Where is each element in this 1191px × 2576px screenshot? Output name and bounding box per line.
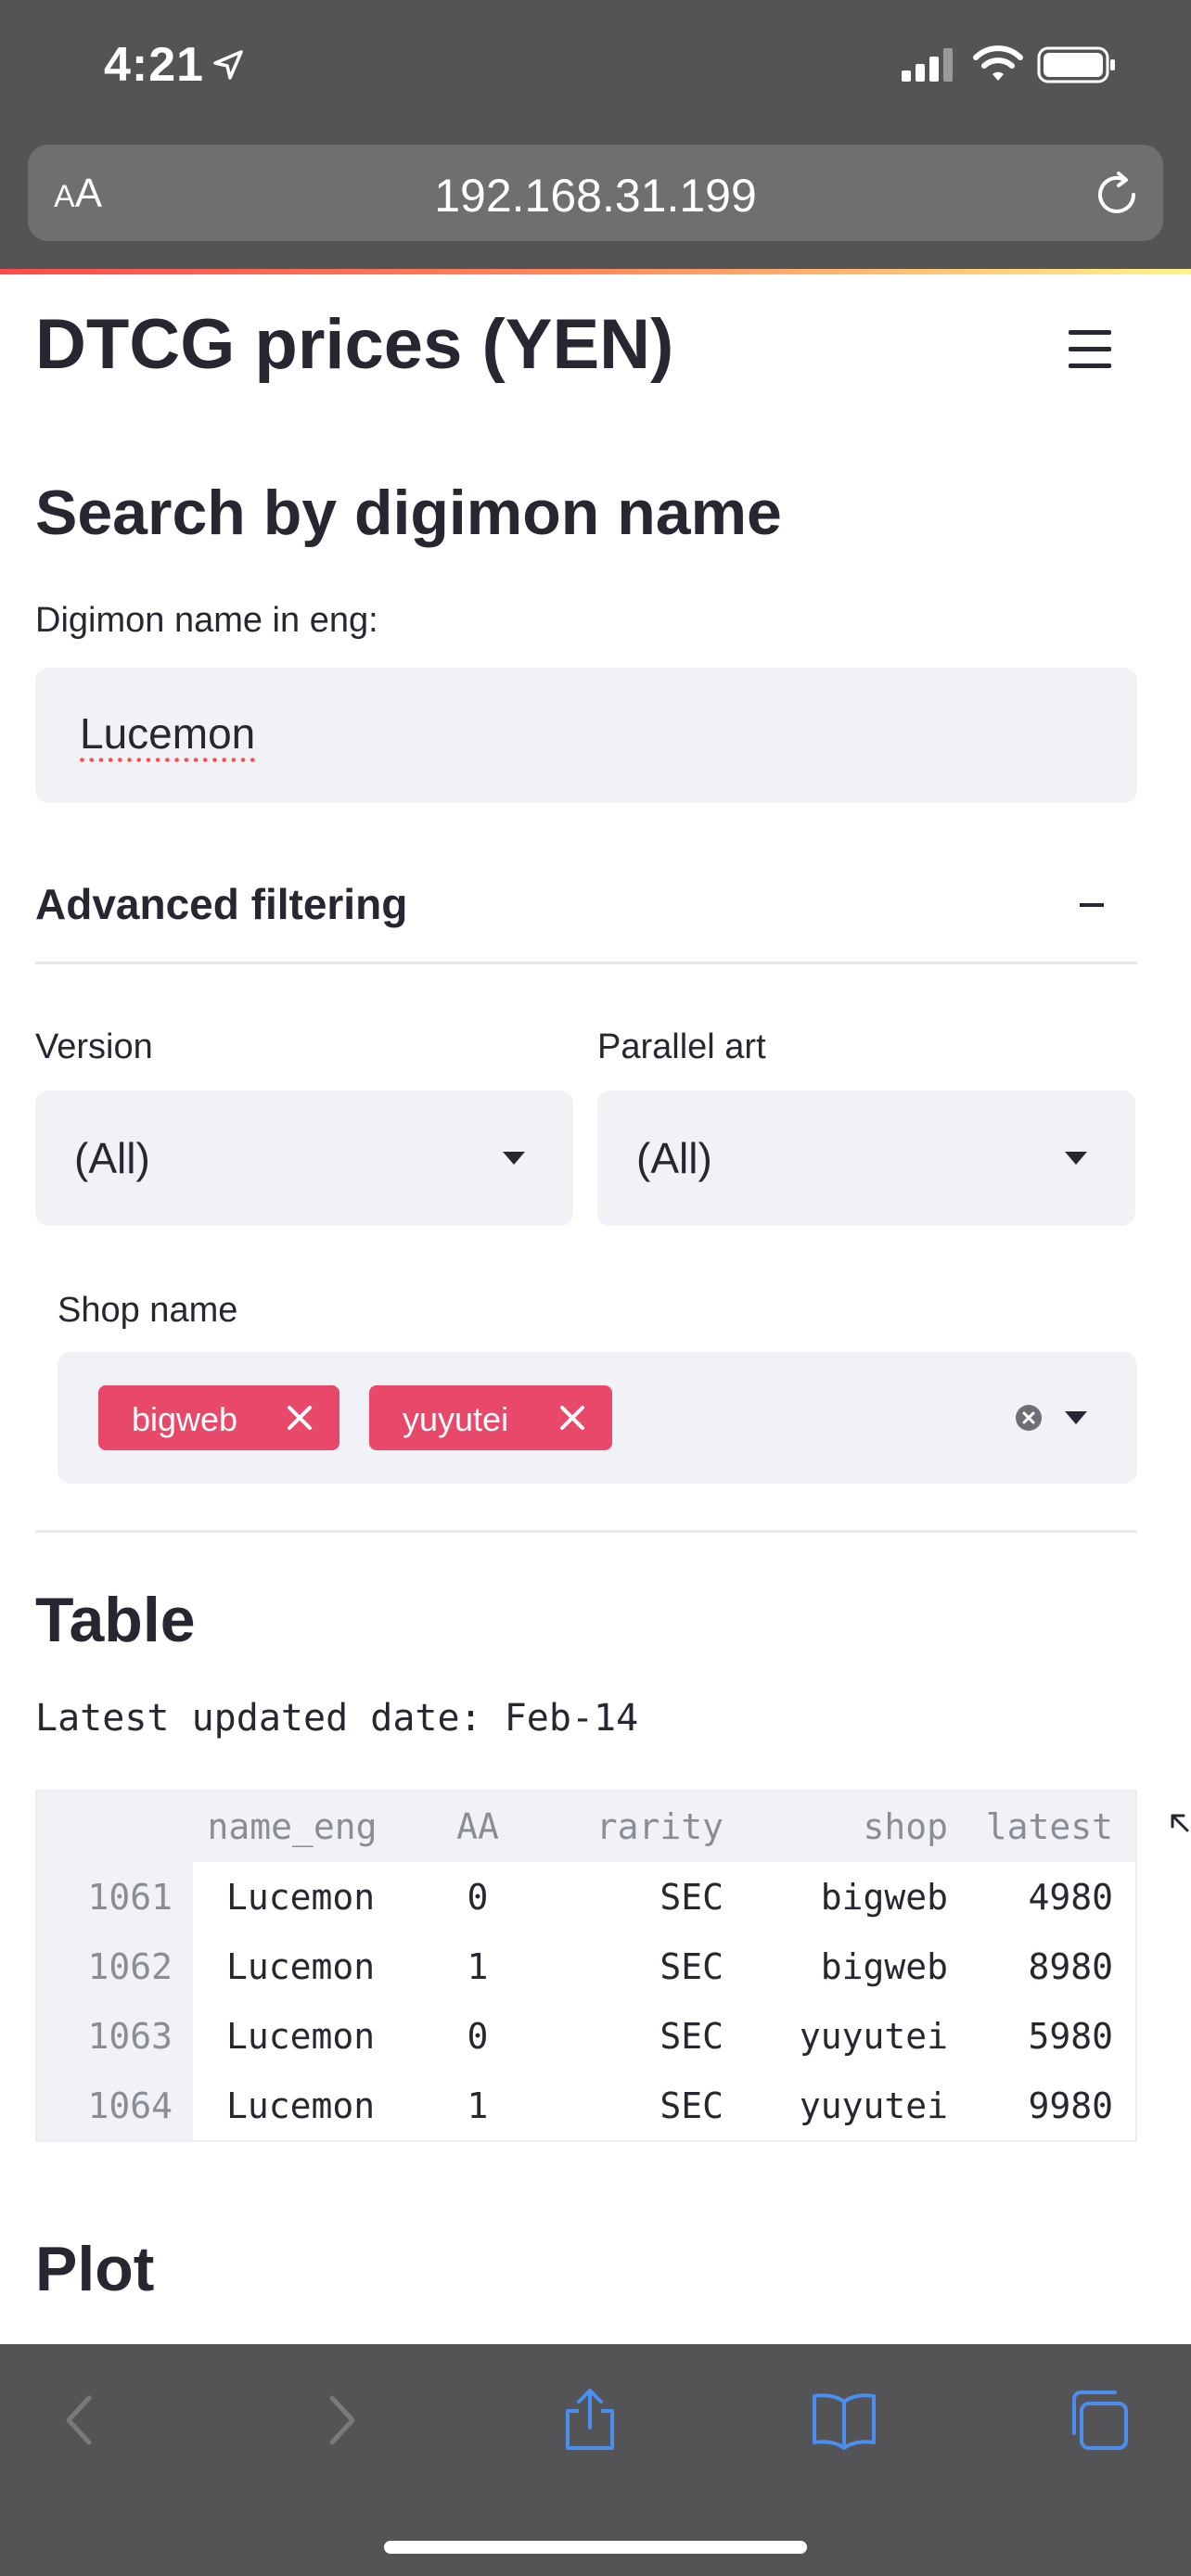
- table-cell[interactable]: 0: [436, 1877, 519, 1918]
- chip-label: yuyutei: [403, 1400, 509, 1438]
- advanced-filtering-label: Advanced filtering: [35, 880, 408, 928]
- chip-label: bigweb: [132, 1400, 238, 1438]
- parallel-art-select-value: (All): [636, 1134, 712, 1182]
- table-cell[interactable]: SEC: [557, 1877, 724, 1918]
- home-indicator: [384, 2541, 807, 2554]
- table-cell[interactable]: bigweb: [742, 1946, 948, 1987]
- close-icon[interactable]: [558, 1404, 586, 1432]
- table-cell[interactable]: Lucemon: [226, 1877, 375, 1918]
- back-icon[interactable]: [48, 2387, 115, 2454]
- caret-down-icon[interactable]: [1065, 1411, 1087, 1424]
- version-label: Version: [35, 1027, 153, 1066]
- version-select[interactable]: (All): [35, 1090, 573, 1226]
- table-cell[interactable]: Lucemon: [226, 2085, 375, 2126]
- row-index: 1061: [87, 1877, 173, 1918]
- forward-icon[interactable]: [306, 2387, 373, 2454]
- parallel-art-select[interactable]: (All): [597, 1090, 1135, 1226]
- table-cell[interactable]: 4980: [965, 1877, 1113, 1918]
- column-header-latest[interactable]: latest: [965, 1806, 1113, 1847]
- shop-name-label: Shop name: [58, 1291, 238, 1330]
- battery-icon: [1037, 46, 1115, 83]
- signal-icon: [902, 48, 953, 82]
- row-index: 1064: [87, 2085, 173, 2126]
- caret-down-icon: [503, 1152, 525, 1165]
- name-input-label: Digimon name in eng:: [35, 601, 378, 640]
- table-cell[interactable]: 9980: [965, 2085, 1113, 2126]
- table-cell[interactable]: yuyutei: [742, 2016, 948, 2057]
- wifi-icon: [973, 45, 1023, 81]
- table-cell[interactable]: SEC: [557, 1946, 724, 1987]
- clear-icon[interactable]: [1015, 1404, 1043, 1432]
- reload-icon[interactable]: [1093, 171, 1141, 219]
- column-header-name-eng[interactable]: name_eng: [204, 1806, 380, 1847]
- table-cell[interactable]: 1: [436, 2085, 519, 2126]
- latest-updated-text: Latest updated date: Feb-14: [35, 1697, 639, 1740]
- table-cell[interactable]: 1: [436, 1946, 519, 1987]
- bookmarks-icon[interactable]: [811, 2387, 877, 2454]
- browser-toolbar: [0, 2344, 1191, 2576]
- hamburger-menu-icon[interactable]: [1069, 330, 1111, 371]
- table-cell[interactable]: Lucemon: [226, 2016, 375, 2057]
- name-input-value: Lucemon: [80, 709, 256, 758]
- close-icon[interactable]: [286, 1404, 314, 1432]
- plot-heading: Plot: [35, 2234, 155, 2304]
- share-icon[interactable]: [557, 2387, 623, 2454]
- status-bar: 4:21: [0, 0, 1191, 130]
- table-cell[interactable]: 5980: [965, 2016, 1113, 2057]
- row-index: 1063: [87, 2016, 173, 2057]
- table-cell[interactable]: 8980: [965, 1946, 1113, 1987]
- table-cell[interactable]: yuyutei: [742, 2085, 948, 2126]
- minus-icon[interactable]: [1080, 903, 1104, 907]
- app-header-decoration: [0, 269, 1191, 274]
- divider: [35, 1530, 1137, 1533]
- browser-url-area: AA 192.168.31.199: [0, 130, 1191, 269]
- address-bar[interactable]: AA 192.168.31.199: [28, 145, 1163, 241]
- advanced-filtering-expander[interactable]: Advanced filtering: [35, 872, 1137, 964]
- table-cell[interactable]: Lucemon: [226, 1946, 375, 1987]
- table-cell[interactable]: SEC: [557, 2016, 724, 2057]
- data-table[interactable]: name_eng AA rarity shop latest 1061 Luce…: [35, 1790, 1137, 2142]
- digimon-name-input[interactable]: Lucemon: [35, 668, 1137, 803]
- parallel-art-label: Parallel art: [597, 1027, 766, 1066]
- shop-chip-yuyutei: yuyutei: [369, 1385, 612, 1450]
- search-heading: Search by digimon name: [35, 478, 782, 548]
- column-header-aa[interactable]: AA: [436, 1806, 519, 1847]
- shop-name-multiselect[interactable]: bigweb yuyutei: [58, 1352, 1137, 1484]
- page-title: DTCG prices (YEN): [35, 305, 674, 384]
- row-index: 1062: [87, 1946, 173, 1987]
- table-cell[interactable]: bigweb: [742, 1877, 948, 1918]
- caret-down-icon: [1065, 1152, 1087, 1165]
- table-heading: Table: [35, 1585, 196, 1655]
- shop-chip-bigweb: bigweb: [98, 1385, 339, 1450]
- location-arrow-icon: [213, 50, 243, 80]
- fullscreen-expand-icon[interactable]: [1171, 1814, 1191, 1834]
- url-text[interactable]: 192.168.31.199: [28, 169, 1163, 223]
- version-select-value: (All): [74, 1134, 150, 1182]
- column-header-rarity[interactable]: rarity: [557, 1806, 724, 1847]
- status-time: 4:21: [104, 38, 205, 92]
- tabs-icon[interactable]: [1065, 2387, 1132, 2454]
- table-cell[interactable]: 0: [436, 2016, 519, 2057]
- column-header-shop[interactable]: shop: [742, 1806, 948, 1847]
- table-cell[interactable]: SEC: [557, 2085, 724, 2126]
